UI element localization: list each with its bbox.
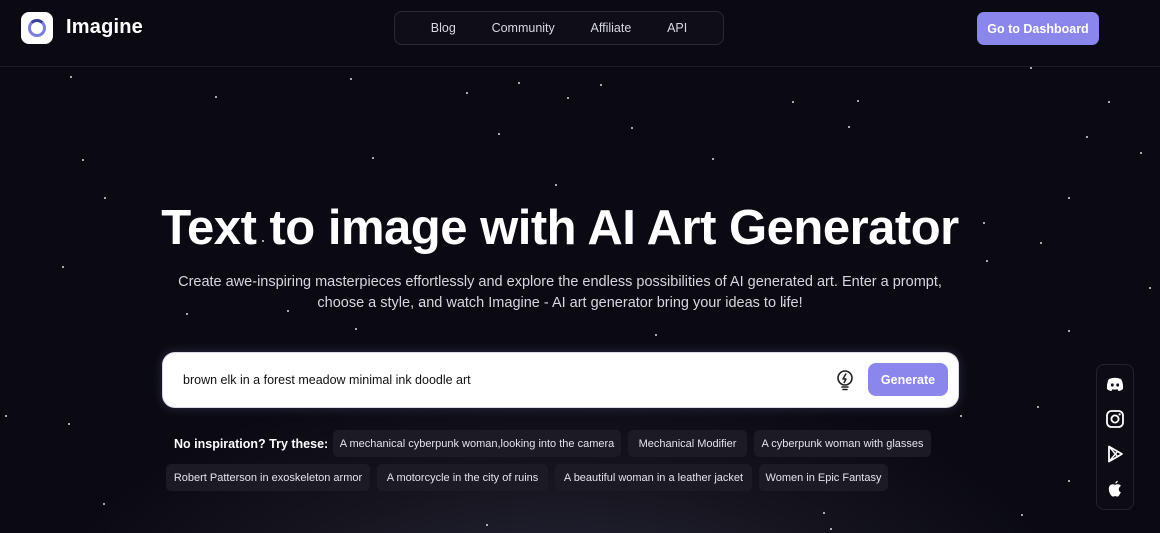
page-subtitle: Create awe-inspiring masterpieces effort… (178, 274, 942, 311)
social-sidebar (1096, 364, 1134, 510)
apple-icon[interactable] (1105, 479, 1125, 499)
prompt-input[interactable] (183, 370, 803, 390)
main-nav: Blog Community Affiliate API (394, 11, 724, 45)
suggestion-chip[interactable]: Mechanical Modifier (628, 430, 747, 457)
discord-icon[interactable] (1105, 374, 1125, 394)
lightbulb-icon[interactable] (835, 369, 855, 391)
suggestion-chip[interactable]: Robert Patterson in exoskeleton armor (166, 464, 370, 491)
google-play-icon[interactable] (1105, 444, 1125, 464)
suggestions-label: No inspiration? Try these: (174, 437, 329, 451)
nav-item-community[interactable]: Community (492, 21, 555, 35)
suggestion-chip[interactable]: A motorcycle in the city of ruins (377, 464, 548, 491)
nav-item-api[interactable]: API (667, 21, 687, 35)
generate-button[interactable]: Generate (868, 363, 948, 396)
suggestion-chip[interactable]: A mechanical cyberpunk woman,looking int… (333, 430, 621, 457)
suggestion-chip[interactable]: A cyberpunk woman with glasses (754, 430, 931, 457)
logo-icon[interactable] (21, 12, 53, 44)
page-title: Text to image with AI Art Generator (161, 201, 959, 255)
brand-name[interactable]: Imagine (66, 16, 143, 39)
instagram-icon[interactable] (1105, 409, 1125, 429)
suggestion-chip[interactable]: A beautiful woman in a leather jacket (555, 464, 752, 491)
top-header: Imagine Blog Community Affiliate API Go … (0, 0, 1160, 67)
nav-item-affiliate[interactable]: Affiliate (591, 21, 632, 35)
go-to-dashboard-button[interactable]: Go to Dashboard (977, 12, 1099, 45)
nav-item-blog[interactable]: Blog (431, 21, 456, 35)
suggestion-chip[interactable]: Women in Epic Fantasy (759, 464, 888, 491)
